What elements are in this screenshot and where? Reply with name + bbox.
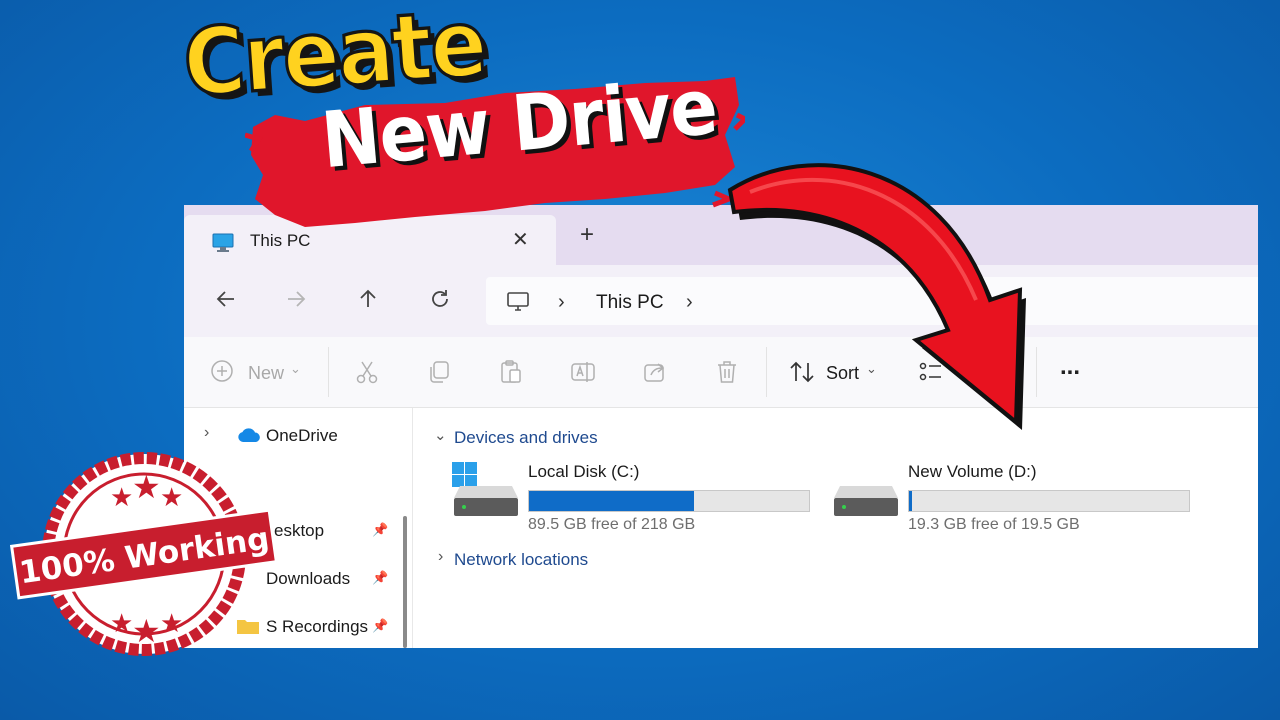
pin-icon[interactable]: 📌 — [372, 570, 388, 586]
drive-name: Local Disk (C:) — [528, 462, 640, 481]
hard-drive-icon — [454, 482, 518, 523]
drive-usage-bar — [528, 490, 810, 512]
drive-free-space: 19.3 GB free of 19.5 GB — [908, 516, 1080, 533]
forward-arrow-icon[interactable] — [284, 287, 312, 315]
svg-text:★: ★ — [132, 468, 161, 506]
svg-text:★: ★ — [160, 609, 183, 639]
paste-icon[interactable] — [498, 359, 524, 390]
onedrive-cloud-icon — [236, 426, 262, 449]
sidebar-scrollbar[interactable] — [403, 516, 407, 648]
red-arrow-icon — [727, 163, 1026, 430]
svg-text:★: ★ — [110, 609, 133, 639]
chevron-down-icon[interactable]: ⌄ — [434, 426, 447, 444]
drive-c[interactable]: Local Disk (C:) 89.5 GB free of 218 GB — [452, 462, 822, 542]
100-percent-working-badge: ★ ★ ★ ★ ★ ★ 100% Working — [10, 452, 279, 656]
chevron-down-icon[interactable]: ⌄ — [290, 361, 301, 377]
drive-usage-fill — [529, 491, 695, 511]
section-devices-and-drives[interactable]: Devices and drives — [454, 428, 598, 448]
refresh-icon[interactable] — [428, 287, 456, 315]
divider — [328, 347, 329, 397]
drive-d[interactable]: New Volume (D:) 19.3 GB free of 19.5 GB — [832, 462, 1202, 542]
drive-name: New Volume (D:) — [908, 462, 1037, 481]
drive-usage-fill — [909, 491, 912, 511]
sidebar-item-onedrive[interactable]: OneDrive — [266, 426, 338, 446]
share-icon[interactable] — [642, 359, 668, 390]
section-network-locations[interactable]: Network locations — [454, 550, 588, 570]
new-plus-icon[interactable] — [210, 359, 234, 388]
rename-icon[interactable] — [570, 359, 596, 390]
chevron-right-icon[interactable]: › — [686, 291, 693, 314]
chevron-right-icon[interactable]: › — [558, 291, 565, 314]
content-pane: ⌄ Devices and drives Local Disk (C:) 89.… — [414, 408, 1258, 648]
up-arrow-icon[interactable] — [356, 287, 384, 315]
drive-free-space: 89.5 GB free of 218 GB — [528, 516, 696, 533]
cut-icon[interactable] — [354, 359, 380, 390]
monitor-icon — [212, 233, 234, 258]
more-options-button[interactable]: ... — [1060, 353, 1080, 381]
chevron-right-icon[interactable]: › — [204, 424, 209, 442]
drive-usage-bar — [908, 490, 1190, 512]
back-arrow-icon[interactable] — [214, 287, 242, 315]
pin-icon[interactable]: 📌 — [372, 618, 388, 634]
breadcrumb-this-pc[interactable]: This PC — [596, 292, 664, 314]
hard-drive-icon — [834, 482, 898, 523]
new-button[interactable]: New — [248, 363, 284, 384]
pc-icon — [506, 291, 530, 318]
pin-icon[interactable]: 📌 — [372, 522, 388, 538]
svg-text:★: ★ — [132, 612, 161, 650]
svg-text:★: ★ — [160, 483, 183, 513]
chevron-right-icon[interactable]: › — [438, 548, 443, 566]
svg-text:★: ★ — [110, 483, 133, 513]
copy-icon[interactable] — [426, 359, 452, 390]
